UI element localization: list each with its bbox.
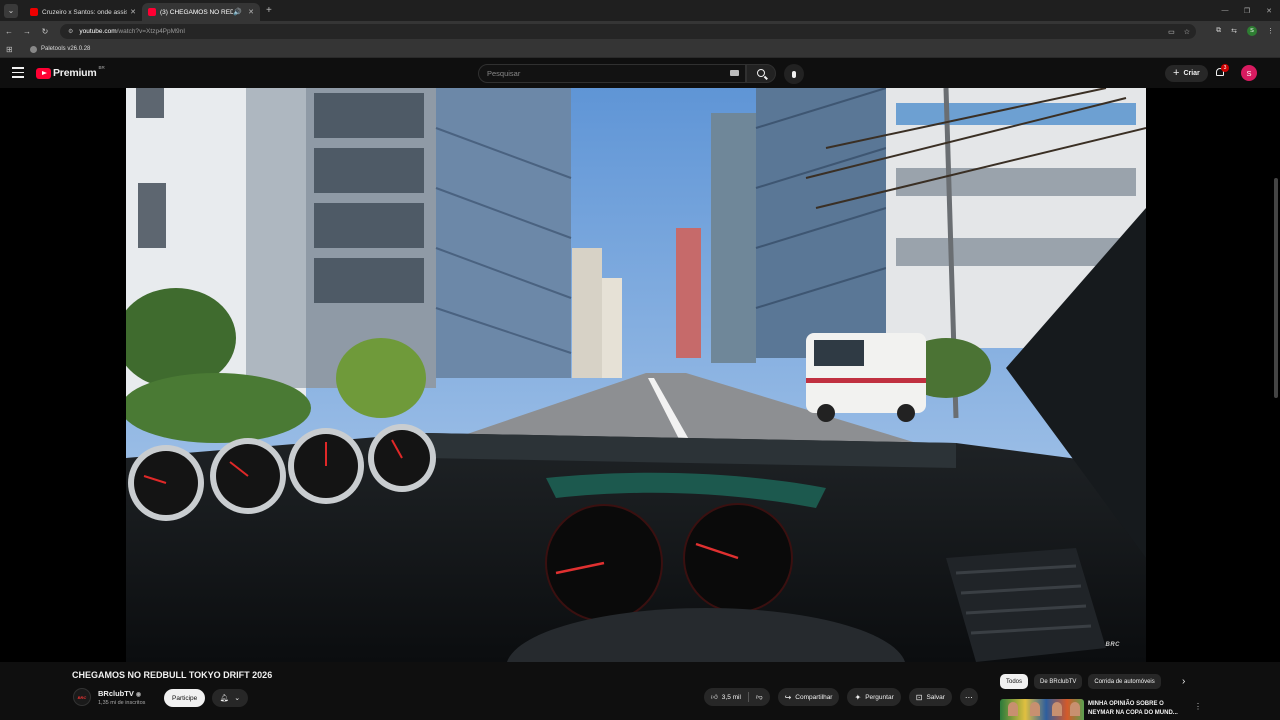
channel-name[interactable]: BRclubTV bbox=[98, 689, 134, 698]
youtube-masthead: Premium BR Pesquisar + Criar 3 S bbox=[0, 58, 1280, 88]
verified-icon: ◉ bbox=[135, 692, 142, 698]
ask-button[interactable]: ✦ Perguntar bbox=[847, 688, 901, 706]
site-info-icon[interactable]: ⚙ bbox=[68, 28, 73, 35]
video-title: CHEGAMOS NO REDBULL TOKYO DRIFT 2026 bbox=[72, 670, 273, 680]
chip-all[interactable]: Todos bbox=[1000, 674, 1029, 689]
restore-icon[interactable]: ❐ bbox=[1236, 7, 1258, 15]
menu-icon[interactable] bbox=[12, 67, 24, 79]
tab-title: Cruzeiro x Santos: onde assistir ao bbox=[42, 8, 128, 16]
video-scene bbox=[126, 88, 1146, 662]
voice-search-button[interactable] bbox=[784, 64, 804, 84]
recommendation-title[interactable]: MINHA OPINIÃO SOBRE O NEYMAR NA COPA DO … bbox=[1088, 700, 1188, 717]
channel-name-row[interactable]: BRclubTV ◉ bbox=[98, 689, 141, 698]
like-count: 3,5 mil bbox=[721, 693, 741, 701]
chevron-right-icon[interactable]: › bbox=[1182, 676, 1185, 687]
bookmark-star-icon[interactable]: ☆ bbox=[1184, 28, 1190, 36]
notifications-button[interactable]: 3 bbox=[1214, 64, 1229, 79]
bookmark-favicon bbox=[30, 45, 37, 53]
join-button[interactable]: Participe bbox=[164, 689, 206, 707]
tab-favicon bbox=[30, 8, 38, 16]
account-avatar[interactable]: S bbox=[1241, 65, 1257, 81]
video-info-area: CHEGAMOS NO REDBULL TOKYO DRIFT 2026 BRC… bbox=[0, 662, 1280, 720]
browser-tab-cruzeiro[interactable]: Cruzeiro x Santos: onde assistir ao ✕ bbox=[24, 3, 142, 21]
more-actions-button[interactable]: ⋯ bbox=[959, 688, 978, 706]
browser-tab-youtube[interactable]: (3) CHEGAMOS NO REDBULL TOKYO DRIFT 2026… bbox=[142, 3, 260, 21]
extension-icon[interactable]: ⇆ bbox=[1231, 27, 1237, 35]
youtube-favicon bbox=[148, 8, 156, 16]
youtube-premium-logo[interactable]: Premium BR bbox=[36, 64, 105, 79]
apps-grid-icon[interactable]: ⊞ bbox=[6, 45, 16, 54]
bookmarks-bar: ⊞ Paletools v26.0.28 bbox=[0, 41, 1280, 58]
channel-avatar[interactable]: BRC bbox=[73, 688, 91, 706]
bell-icon: 🔔︎ bbox=[219, 695, 229, 702]
bookmark-label: Paletools v26.0.28 bbox=[41, 46, 91, 52]
chip-racing[interactable]: Corrida de automóveis bbox=[1088, 674, 1161, 689]
plus-icon: + bbox=[1173, 67, 1180, 79]
close-tab-icon[interactable]: ✕ bbox=[248, 8, 254, 16]
ask-label: Perguntar bbox=[865, 693, 894, 701]
tab-search-button[interactable]: ⌄ bbox=[4, 3, 18, 18]
chevron-down-icon: ⌄ bbox=[234, 695, 241, 702]
search-input[interactable]: Pesquisar bbox=[478, 64, 746, 83]
search-placeholder: Pesquisar bbox=[487, 69, 521, 78]
sparkle-icon: ✦ bbox=[854, 692, 862, 702]
keyboard-icon[interactable] bbox=[730, 70, 739, 76]
forward-icon[interactable]: → bbox=[18, 27, 36, 36]
search-button[interactable] bbox=[746, 64, 776, 83]
youtube-play-icon bbox=[36, 67, 51, 79]
video-frame[interactable]: BRC bbox=[126, 88, 1146, 662]
browser-toolbar: ← → ↻ ⚙ youtube.com/watch?v=Xtzp4PpM9nI … bbox=[0, 21, 1280, 41]
browser-menu-icon[interactable]: ⋮ bbox=[1267, 27, 1274, 35]
channel-watermark: BRC bbox=[1105, 642, 1120, 648]
audio-playing-icon[interactable]: 🔊 bbox=[233, 8, 242, 16]
subscription-notification-button[interactable]: 🔔︎ ⌄ bbox=[212, 689, 248, 707]
create-button[interactable]: + Criar bbox=[1165, 65, 1208, 82]
minimize-icon[interactable]: — bbox=[1214, 7, 1236, 14]
create-label: Criar bbox=[1183, 70, 1200, 77]
thumbs-up-icon: 👍︎ bbox=[711, 694, 718, 701]
like-dislike-group: 👍︎ 3,5 mil 👎︎ bbox=[704, 688, 770, 706]
extensions-icon[interactable]: ⧉ bbox=[1216, 27, 1221, 35]
new-tab-button[interactable]: + bbox=[266, 5, 272, 16]
tab-title: (3) CHEGAMOS NO REDBULL TOKYO DRIFT 2026 bbox=[160, 8, 234, 16]
url-path: /watch?v=Xtzp4PpM9nI bbox=[116, 28, 186, 35]
browser-tab-strip: ⌄ Cruzeiro x Santos: onde assistir ao ✕ … bbox=[0, 0, 1280, 21]
like-button[interactable]: 👍︎ 3,5 mil bbox=[704, 688, 748, 706]
reload-icon[interactable]: ↻ bbox=[36, 27, 54, 36]
share-button[interactable]: ↪ Compartilhar bbox=[777, 688, 840, 706]
video-actions: 👍︎ 3,5 mil 👎︎ ↪ Compartilhar ✦ Perguntar… bbox=[704, 688, 978, 706]
recommendation-chips: Todos De BRclubTV Corrida de automóveis bbox=[1000, 674, 1161, 689]
subscriber-count: 1,35 mi de inscritos bbox=[98, 700, 146, 706]
close-tab-icon[interactable]: ✕ bbox=[130, 8, 136, 16]
video-player[interactable]: BRC bbox=[0, 88, 1280, 662]
chip-channel[interactable]: De BRclubTV bbox=[1034, 674, 1083, 689]
recommendation-thumbnail[interactable] bbox=[1000, 699, 1084, 720]
save-button[interactable]: ⊡ Salvar bbox=[908, 688, 952, 706]
microphone-icon bbox=[792, 70, 796, 78]
search-icon bbox=[757, 69, 765, 77]
window-controls: — ❐ ✕ bbox=[1214, 0, 1280, 21]
save-label: Salvar bbox=[926, 693, 945, 701]
bookmark-paletools[interactable]: Paletools v26.0.28 bbox=[30, 45, 91, 53]
page-scrollbar[interactable] bbox=[1274, 178, 1278, 398]
thumbs-down-icon: 👎︎ bbox=[755, 694, 763, 701]
notification-badge: 3 bbox=[1221, 64, 1229, 72]
bookmark-icon: ⊡ bbox=[915, 692, 923, 702]
recommendation-menu-icon[interactable]: ⋮ bbox=[1194, 702, 1202, 711]
back-icon[interactable]: ← bbox=[0, 27, 18, 36]
profile-avatar[interactable]: S bbox=[1247, 26, 1257, 36]
share-label: Compartilhar bbox=[795, 693, 833, 701]
country-code: BR bbox=[98, 64, 105, 70]
logo-text: Premium bbox=[53, 67, 97, 79]
address-bar[interactable]: ⚙ youtube.com/watch?v=Xtzp4PpM9nI ▭ ☆ bbox=[60, 24, 1196, 39]
dislike-button[interactable]: 👎︎ bbox=[749, 688, 770, 706]
share-icon: ↪ bbox=[784, 692, 792, 702]
url-host: youtube.com bbox=[79, 28, 117, 35]
close-window-icon[interactable]: ✕ bbox=[1258, 7, 1280, 15]
cast-icon[interactable]: ▭ bbox=[1168, 28, 1175, 36]
